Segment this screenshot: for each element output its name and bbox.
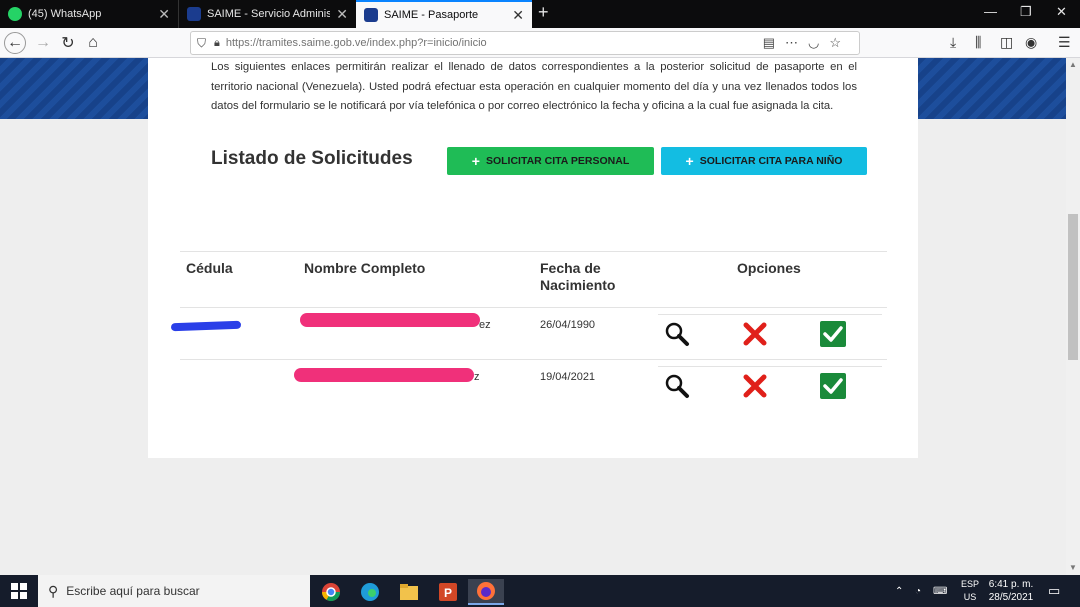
tab-saime-servicio[interactable]: SAIME - Servicio Administrativo ✕: [178, 0, 356, 28]
nombre-cell: z: [474, 371, 480, 383]
saime-favicon-icon: [364, 8, 378, 22]
notifications-icon[interactable]: ▭: [1048, 575, 1060, 607]
saime-favicon-icon: [187, 7, 201, 21]
confirm-check-icon[interactable]: [820, 373, 846, 399]
tab-label: (45) WhatsApp: [28, 8, 102, 20]
tab-strip: (45) WhatsApp ✕ SAIME - Servicio Adminis…: [0, 0, 1080, 28]
network-icon[interactable]: ◔: [915, 575, 921, 607]
taskbar: ⚲ Escribe aquí para buscar P ⌃ ◔ ⌨ ESP U…: [0, 575, 1080, 607]
search-placeholder: Escribe aquí para buscar: [66, 584, 200, 598]
row-options: [658, 366, 882, 412]
back-icon[interactable]: ←: [4, 32, 26, 54]
forward-icon[interactable]: →: [32, 32, 54, 54]
url-bar[interactable]: ⛉ 🔒︎ https://tramites.saime.gob.ve/index…: [190, 31, 860, 55]
header-banner-left: [0, 58, 148, 119]
redacted-nombre: [294, 368, 474, 382]
page-title: Listado de Solicitudes: [211, 148, 413, 169]
redacted-nombre: [300, 313, 480, 327]
row-options: [658, 314, 882, 360]
minimize-icon[interactable]: —: [984, 4, 997, 19]
reader-view-icon[interactable]: ▤: [763, 35, 785, 50]
new-tab-icon[interactable]: +: [538, 2, 549, 23]
button-label: SOLICITAR CITA PERSONAL: [485, 155, 630, 167]
header-opciones: Opciones: [737, 260, 801, 276]
tab-whatsapp[interactable]: (45) WhatsApp ✕: [0, 0, 178, 28]
library-icon[interactable]: ⫼: [975, 34, 981, 51]
menu-icon[interactable]: ☰: [1058, 34, 1071, 51]
downloads-icon[interactable]: ⤓: [950, 34, 956, 51]
close-tab-icon[interactable]: ✕: [336, 6, 348, 23]
show-hidden-icons[interactable]: ⌃: [895, 575, 903, 607]
powerpoint-icon[interactable]: P: [430, 579, 466, 605]
pocket-icon[interactable]: ◡: [808, 35, 829, 50]
table-header: Cédula Nombre Completo Fecha de Nacimien…: [180, 251, 887, 307]
close-window-icon[interactable]: ✕: [1056, 4, 1067, 20]
tab-label: SAIME - Servicio Administrativo: [207, 8, 331, 20]
whatsapp-icon: [8, 7, 22, 21]
tab-saime-pasaporte[interactable]: SAIME - Pasaporte ✕: [356, 0, 532, 28]
solicitar-cita-nino-button[interactable]: + SOLICITAR CITA PARA NIÑO: [661, 147, 867, 175]
lock-icon[interactable]: 🔒︎: [214, 37, 220, 50]
nombre-cell: ez: [479, 319, 491, 331]
clock-date: 28/5/2021: [988, 592, 1034, 603]
url-actions: ▤⋯◡☆: [763, 35, 851, 51]
restore-icon[interactable]: ❐: [1020, 4, 1032, 20]
windows-start-icon[interactable]: [0, 575, 38, 607]
fecha-cell: 26/04/1990: [540, 319, 596, 331]
lang-line2: US: [963, 592, 977, 602]
view-magnifier-icon[interactable]: [664, 373, 690, 399]
intro-paragraph: Los siguientes enlaces permitirán realiz…: [211, 61, 857, 112]
scroll-down-icon[interactable]: ▼: [1069, 563, 1077, 572]
firefox-icon[interactable]: [468, 579, 504, 605]
navigation-bar: ← → ↻ ⌂ ⛉ 🔒︎ https://tramites.saime.gob.…: [0, 28, 1080, 58]
clock-time: 6:41 p. m.: [988, 579, 1034, 590]
scroll-up-icon[interactable]: ▲: [1069, 60, 1077, 69]
language-indicator[interactable]: ESP US: [958, 578, 982, 604]
header-nombre: Nombre Completo: [304, 260, 426, 276]
scrollbar-thumb[interactable]: [1068, 214, 1078, 360]
view-magnifier-icon[interactable]: [664, 321, 690, 347]
taskbar-search[interactable]: ⚲ Escribe aquí para buscar: [38, 575, 310, 607]
reload-icon[interactable]: ↻: [57, 32, 79, 54]
chrome-icon[interactable]: [313, 579, 349, 605]
keyboard-icon[interactable]: ⌨: [933, 575, 947, 607]
lang-line1: ESP: [960, 579, 979, 589]
shield-icon[interactable]: ⛉: [197, 36, 206, 51]
delete-x-icon[interactable]: [742, 373, 768, 399]
button-label: SOLICITAR CITA PARA NIÑO: [699, 155, 843, 167]
confirm-check-icon[interactable]: [820, 321, 846, 347]
content-card: Los siguientes enlaces permitirán realiz…: [148, 58, 918, 458]
svg-text:P: P: [444, 586, 452, 600]
table-row: ez 26/04/1990: [170, 307, 887, 360]
plus-icon: +: [471, 153, 480, 169]
vertical-scrollbar[interactable]: ▲ ▼: [1066, 58, 1080, 575]
clock[interactable]: 6:41 p. m. 28/5/2021: [982, 578, 1040, 604]
edge-icon[interactable]: [352, 579, 388, 605]
sidebar-icon[interactable]: ◫: [1000, 34, 1013, 51]
plus-icon: +: [685, 153, 694, 169]
redacted-cedula: [170, 320, 242, 332]
delete-x-icon[interactable]: [742, 321, 768, 347]
header-fecha: Fecha de Nacimiento: [540, 260, 616, 293]
header-banner-right: [918, 58, 1066, 119]
solicitar-cita-personal-button[interactable]: + SOLICITAR CITA PERSONAL: [447, 147, 654, 175]
close-tab-icon[interactable]: ✕: [158, 6, 170, 23]
fecha-cell: 19/04/2021: [540, 371, 596, 383]
file-explorer-icon[interactable]: [391, 579, 427, 605]
table-row: z 19/04/2021: [180, 359, 887, 412]
bookmark-star-icon[interactable]: ☆: [829, 35, 851, 50]
url-text[interactable]: https://tramites.saime.gob.ve/index.php?…: [226, 37, 487, 49]
search-icon: ⚲: [48, 582, 59, 599]
page-actions-icon[interactable]: ⋯: [785, 35, 808, 50]
account-icon[interactable]: ◉: [1025, 34, 1037, 51]
tab-label: SAIME - Pasaporte: [384, 9, 479, 21]
close-tab-icon[interactable]: ✕: [512, 7, 524, 24]
home-icon[interactable]: ⌂: [82, 32, 104, 54]
header-cedula: Cédula: [186, 260, 233, 276]
